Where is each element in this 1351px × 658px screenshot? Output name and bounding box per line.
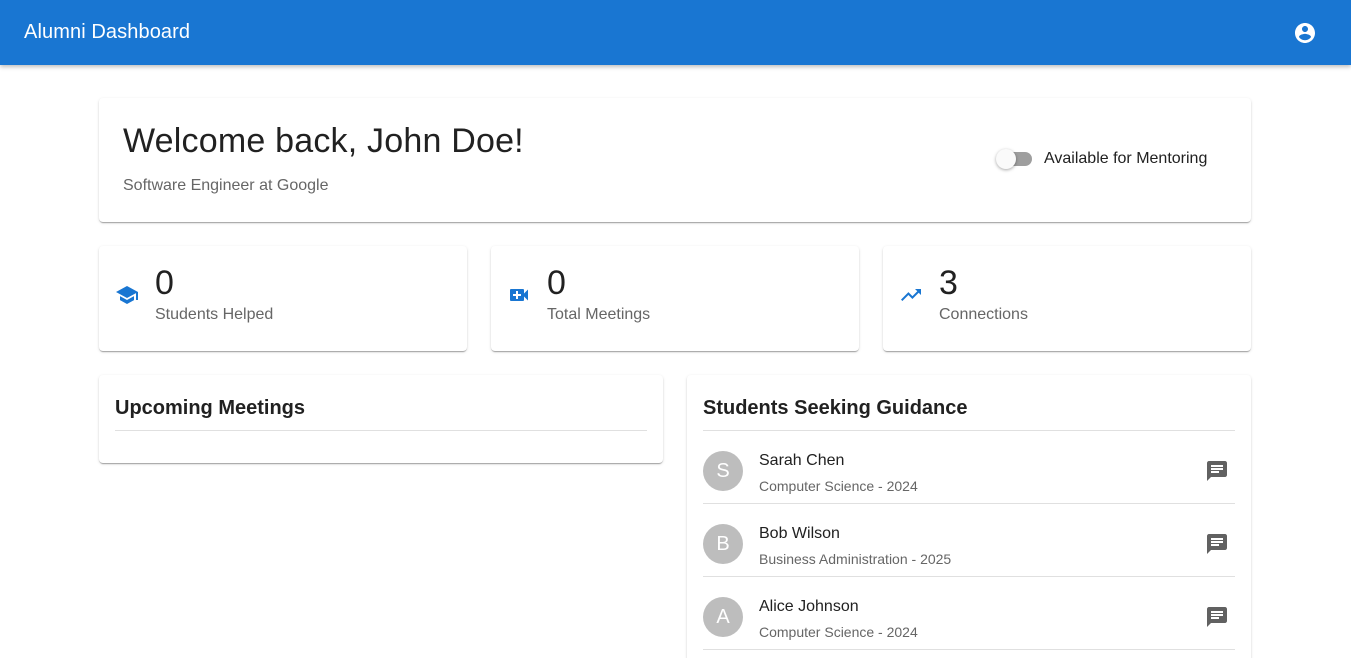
welcome-title: Welcome back, John Doe! [123,122,524,160]
welcome-subtitle: Software Engineer at Google [123,177,329,194]
stat-card-students-helped: 0 Students Helped [99,246,467,351]
divider [115,430,647,431]
app-bar: Alumni Dashboard [0,0,1351,65]
student-program: Computer Science - 2024 [759,478,918,494]
avatar: B [703,524,743,564]
students-seeking-guidance-card: Students Seeking Guidance S Sarah Chen C… [687,375,1251,658]
stat-label: Students Helped [155,306,274,323]
stat-value: 0 [155,264,174,302]
student-list-item[interactable]: B Bob Wilson Business Administration - 2… [703,504,1235,577]
graduation-cap-icon [115,283,139,307]
welcome-card: Welcome back, John Doe! Software Enginee… [99,98,1251,222]
student-name: Bob Wilson [759,525,840,542]
stat-value: 3 [939,264,958,302]
student-name: Alice Johnson [759,598,859,615]
upcoming-meetings-card: Upcoming Meetings [99,375,663,463]
section-title: Students Seeking Guidance [703,397,968,419]
toggle-thumb [996,149,1016,169]
mentoring-toggle-label[interactable]: Available for Mentoring [1044,150,1207,168]
stat-card-total-meetings: 0 Total Meetings [491,246,859,351]
student-program: Business Administration - 2025 [759,551,952,567]
stat-label: Connections [939,306,1028,323]
student-name: Sarah Chen [759,452,845,469]
stat-value: 0 [547,264,566,302]
student-program: Computer Science - 2024 [759,624,918,640]
trending-up-icon [899,283,923,307]
section-title: Upcoming Meetings [115,397,306,419]
stat-card-connections: 3 Connections [883,246,1251,351]
app-title: Alumni Dashboard [24,21,191,43]
chat-icon[interactable] [1205,605,1229,629]
account-circle-icon[interactable] [1293,21,1317,45]
chat-icon[interactable] [1205,459,1229,483]
chat-icon[interactable] [1205,532,1229,556]
mentoring-toggle[interactable] [996,149,1032,169]
video-call-icon [507,283,531,307]
student-list-item[interactable]: S Sarah Chen Computer Science - 2024 [703,431,1235,504]
avatar: A [703,597,743,637]
avatar: S [703,451,743,491]
student-list-item[interactable]: A Alice Johnson Computer Science - 2024 [703,577,1235,650]
stat-label: Total Meetings [547,306,651,323]
